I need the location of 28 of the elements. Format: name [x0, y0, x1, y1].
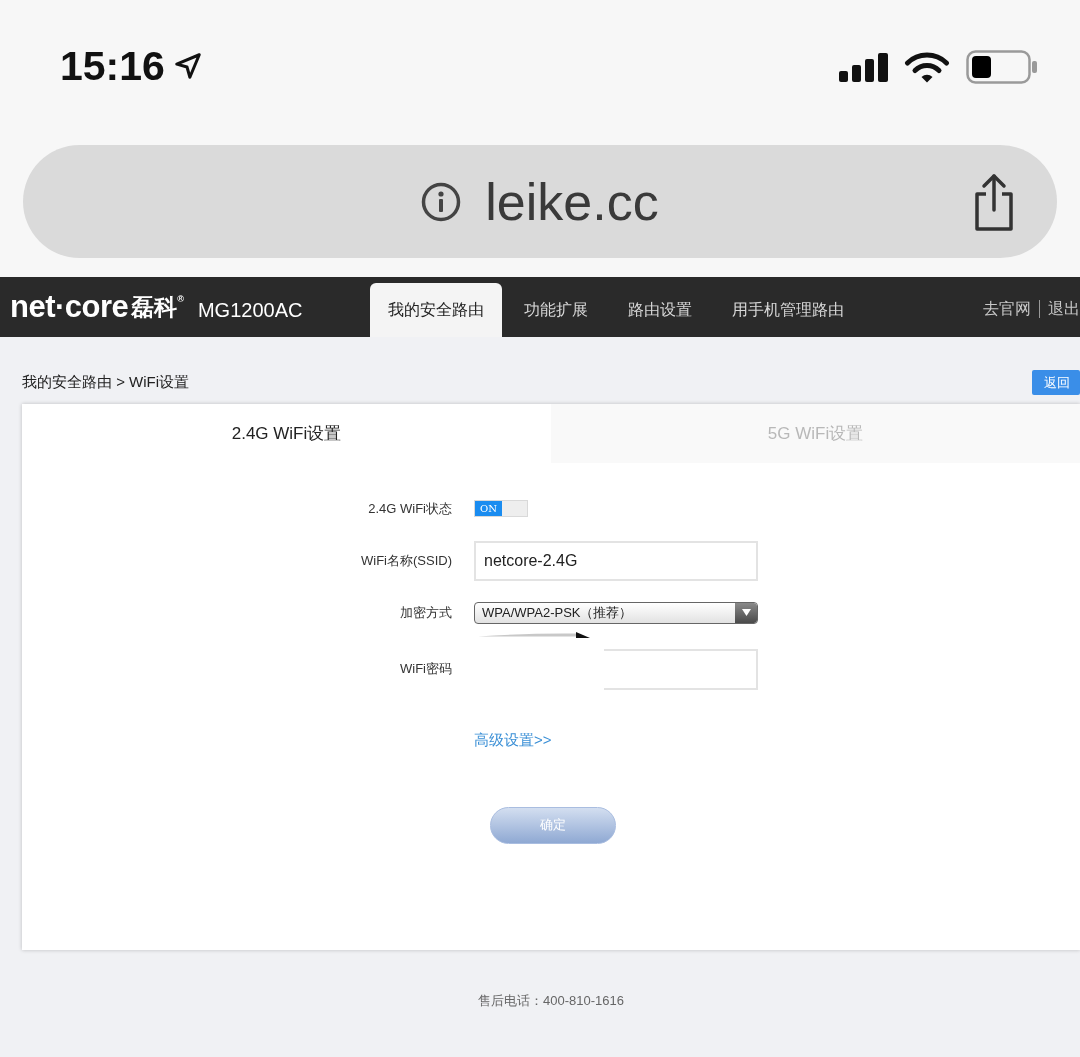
breadcrumb: 我的安全路由 > WiFi设置 — [22, 372, 190, 393]
info-icon[interactable] — [421, 181, 462, 222]
signal-icon — [839, 52, 888, 82]
location-arrow-icon — [172, 51, 203, 81]
router-model: MG1200AC — [197, 298, 303, 322]
nav-tab[interactable]: 用手机管理路由 — [714, 283, 862, 337]
field-label: WiFi密码 — [399, 660, 452, 679]
wifi-band-tab[interactable]: 2.4G WiFi设置 — [22, 404, 551, 463]
password-input-field[interactable] — [604, 648, 758, 690]
nav-tab[interactable]: 功能扩展 — [506, 283, 606, 337]
nav-tab[interactable]: 我的安全路由 — [370, 283, 502, 337]
status-time: 15:16 — [60, 42, 165, 90]
header-link[interactable]: 退出 — [1039, 300, 1080, 318]
service-hotline: 售后电话：400-810-1616 — [477, 992, 625, 1010]
nav-tab[interactable]: 路由设置 — [610, 283, 710, 337]
brand-logo: net·core — [10, 290, 129, 324]
encryption-select[interactable]: WPA/WPA2-PSK（推荐） — [474, 601, 758, 624]
caret-icon — [741, 609, 751, 616]
wifi-icon — [904, 51, 950, 83]
field-label: 2.4G WiFi状态 — [367, 500, 452, 518]
field-label: WiFi名称(SSID) — [360, 551, 452, 570]
advanced-settings-link[interactable]: 高级设置>> — [474, 730, 552, 748]
address-url[interactable]: leike.cc — [485, 171, 659, 232]
ssid-input-field[interactable]: netcore-2.4G — [474, 540, 758, 581]
battery-icon — [966, 50, 1038, 84]
header-link[interactable]: 去官网 — [975, 300, 1039, 318]
field-label: 加密方式 — [399, 603, 452, 622]
brand-logo-chinese: 磊科$^{®}$ — [131, 293, 184, 322]
